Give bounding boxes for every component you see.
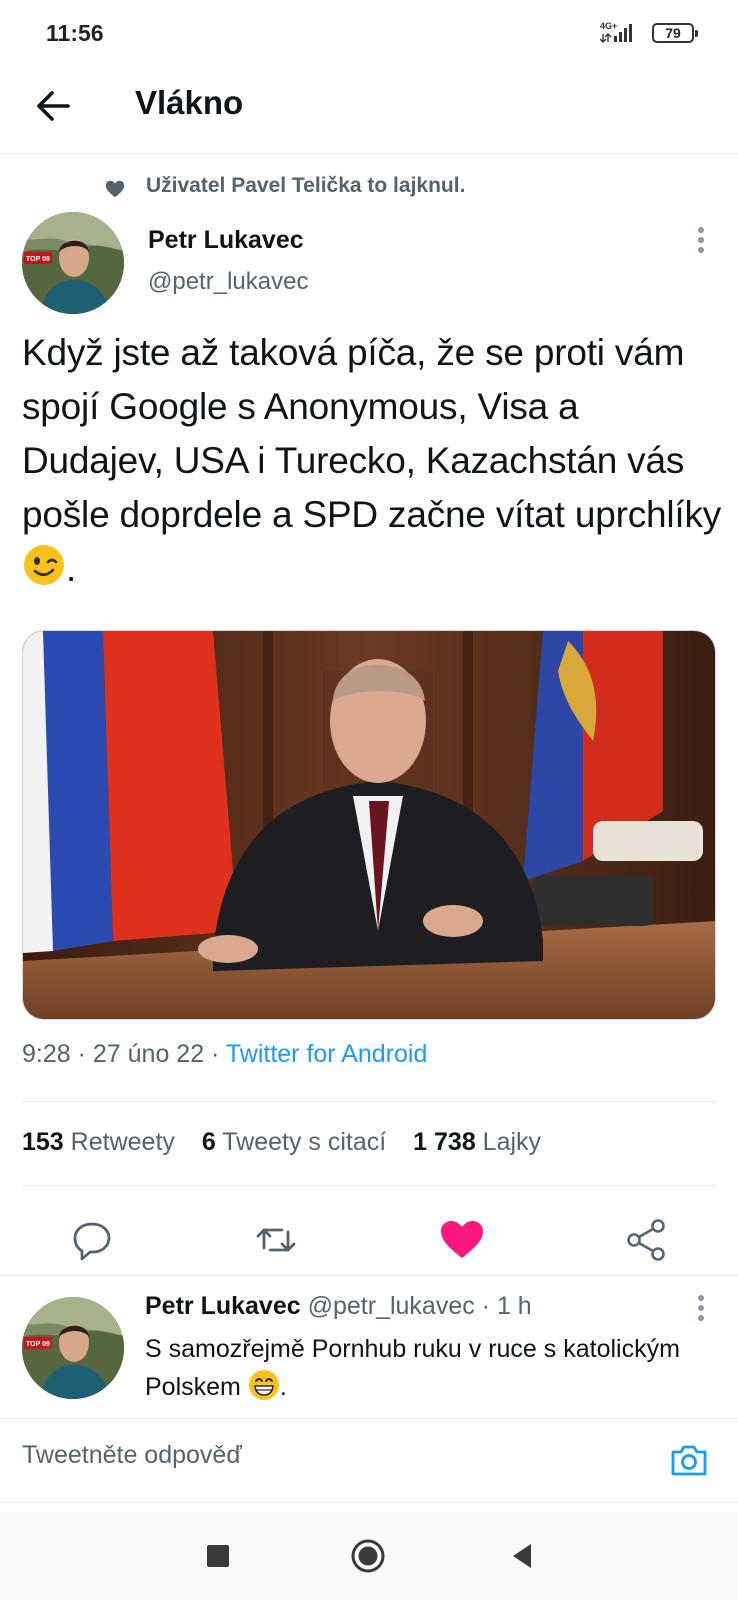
avatar-badge: TOP 09 xyxy=(26,256,50,263)
tweet-meta: 9:28 · 27 úno 22 · Twitter for Android xyxy=(22,1040,427,1069)
reply-time: 1 h xyxy=(496,1292,532,1320)
meta-separator: · xyxy=(204,1040,226,1068)
more-vertical-icon xyxy=(698,1295,704,1321)
meta-separator: · xyxy=(70,1040,93,1068)
reply-text: S samozřejmě Pornhub ruku v ruce s katol… xyxy=(145,1330,685,1406)
heart-filled-icon xyxy=(441,1221,483,1258)
camera-button[interactable] xyxy=(668,1439,710,1481)
liked-by-text: Uživatel Pavel Telička to lajknul. xyxy=(146,174,466,197)
reply-input[interactable] xyxy=(22,1441,622,1470)
quotes-count: 6 xyxy=(201,1128,216,1156)
divider xyxy=(22,1185,716,1186)
square-icon xyxy=(207,1545,229,1567)
winking-face-icon xyxy=(24,545,64,585)
divider xyxy=(22,1101,716,1102)
app-header: Vlákno xyxy=(0,64,738,154)
like-button[interactable] xyxy=(432,1210,492,1270)
retweets-count: 153 xyxy=(22,1128,64,1156)
home-button[interactable] xyxy=(346,1534,390,1578)
signal-icon: 4G+ xyxy=(599,20,636,49)
likes-label: Lajky xyxy=(482,1128,542,1156)
quotes-label: Tweety s citací xyxy=(222,1128,387,1156)
tweet-text: Když jste až taková píča, že se proti vá… xyxy=(22,326,722,596)
author-handle[interactable]: @petr_lukavec xyxy=(148,268,308,296)
reply-more-options-button[interactable] xyxy=(686,1290,716,1330)
battery-level: 79 xyxy=(665,25,681,41)
reply-text-end: . xyxy=(279,1373,287,1401)
reply-separator: · xyxy=(474,1292,497,1320)
avatar-image: TOP 09 xyxy=(22,212,124,314)
tweet-media-image[interactable] xyxy=(22,630,716,1020)
page-title: Vlákno xyxy=(135,84,244,121)
tweet-source-link[interactable]: Twitter for Android xyxy=(226,1040,427,1068)
network-type: 4G+ xyxy=(600,21,617,31)
heart-icon xyxy=(105,180,125,198)
grinning-face-icon xyxy=(248,1370,279,1400)
retweet-button[interactable] xyxy=(246,1210,306,1270)
media-photo xyxy=(23,631,715,1019)
system-back-button[interactable] xyxy=(500,1534,544,1578)
tweet-stats: 153 Retweety 6 Tweety s citací 1 738 Laj… xyxy=(22,1128,561,1157)
system-nav-bar xyxy=(0,1512,738,1600)
avatar-image: TOP 09 xyxy=(22,1297,124,1399)
tweet-text-body: Když jste až taková píča, že se proti vá… xyxy=(22,332,722,535)
reply-header: Petr Lukavec @petr_lukavec · 1 h xyxy=(145,1292,532,1321)
recent-apps-button[interactable] xyxy=(196,1534,240,1578)
quotes-stat[interactable]: 6 Tweety s citací xyxy=(202,1128,386,1156)
battery-icon: 79 xyxy=(652,23,698,43)
status-bar: 11:56 4G+ 79 xyxy=(0,0,738,64)
retweet-icon xyxy=(256,1228,296,1252)
likes-count: 1 738 xyxy=(413,1128,476,1156)
retweets-label: Retweety xyxy=(70,1128,175,1156)
camera-icon xyxy=(671,1445,707,1476)
reply-button[interactable] xyxy=(62,1210,122,1270)
more-options-button[interactable] xyxy=(686,222,716,262)
back-button[interactable] xyxy=(30,82,78,130)
avatar-badge: TOP 09 xyxy=(26,1341,50,1348)
reply-author-handle[interactable]: @petr_lukavec xyxy=(308,1292,475,1320)
triangle-back-icon xyxy=(513,1544,531,1568)
tweet-text-end: . xyxy=(66,548,77,589)
arrow-left-icon xyxy=(37,91,70,121)
reply-author-name[interactable]: Petr Lukavec xyxy=(145,1292,301,1320)
more-vertical-icon xyxy=(698,227,704,253)
tweet-date: 27 úno 22 xyxy=(92,1040,205,1068)
author-name[interactable]: Petr Lukavec xyxy=(148,226,304,255)
share-button[interactable] xyxy=(616,1210,676,1270)
share-icon xyxy=(627,1219,665,1261)
reply-text-body: S samozřejmě Pornhub ruku v ruce s katol… xyxy=(145,1335,680,1401)
avatar[interactable]: TOP 09 xyxy=(22,212,124,314)
liked-by-row[interactable]: Uživatel Pavel Telička to lajknul. xyxy=(0,170,738,206)
tweet-time: 9:28 xyxy=(22,1040,71,1068)
circle-icon xyxy=(351,1539,385,1573)
likes-stat[interactable]: 1 738 Lajky xyxy=(413,1128,541,1156)
status-time: 11:56 xyxy=(46,20,104,46)
retweets-stat[interactable]: 153 Retweety xyxy=(22,1128,175,1156)
reply-composer xyxy=(0,1419,738,1503)
reply-icon xyxy=(73,1222,111,1261)
tweet-actions xyxy=(0,1200,738,1280)
divider xyxy=(0,1275,738,1276)
reply-avatar[interactable]: TOP 09 xyxy=(22,1297,124,1399)
